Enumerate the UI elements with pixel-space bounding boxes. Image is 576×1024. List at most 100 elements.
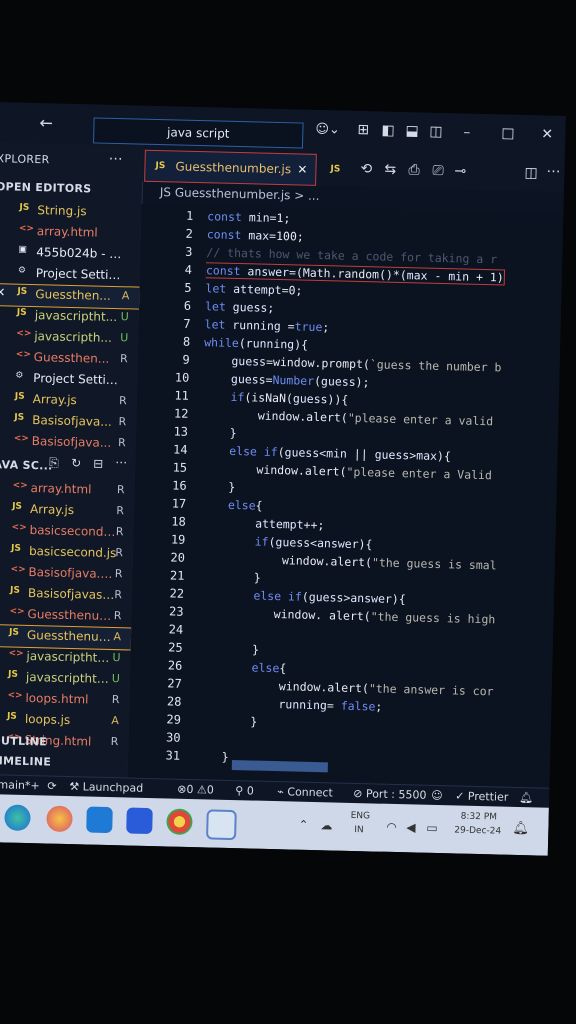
file-item[interactable]: <> loops.html R <box>0 688 130 713</box>
copilot-icon[interactable]: ☺⌄ <box>315 122 340 138</box>
code-line[interactable]: guess=window.prompt(`guess the number b <box>204 353 501 375</box>
code-line[interactable]: else{ <box>196 659 286 675</box>
toggle-sidebar-icon[interactable]: ◧ <box>381 122 395 138</box>
code-line[interactable]: else if(guess<min || guess>max){ <box>201 443 451 463</box>
code-line[interactable]: // thats how we take a code for taking a… <box>206 245 497 266</box>
code-editor[interactable]: 1 2 3 4 5 6 7 8 9 10 11 12 13 14 15 16 17 18 19 20 21 22 23 24 2… <box>127 203 566 788</box>
toggle-panel-icon[interactable]: ⬓ <box>405 123 419 139</box>
toggle-secondary-sidebar-icon[interactable]: ◫ <box>429 124 443 140</box>
outline-section[interactable]: › OUTLINE <box>0 734 47 748</box>
prettier-button[interactable]: ✓ Prettier <box>455 789 508 803</box>
layout-toggle-icon[interactable]: ⊞ <box>357 122 369 138</box>
back-arrow-icon[interactable]: ← <box>39 113 53 132</box>
second-tab-js-icon[interactable]: JS <box>330 164 340 174</box>
wifi-icon[interactable]: ◠ <box>386 820 397 834</box>
code-line[interactable]: let guess; <box>205 299 275 315</box>
preview-icon[interactable]: ⎚ <box>432 163 444 179</box>
code-line[interactable]: running= false; <box>195 695 382 714</box>
line-number: 17 <box>171 496 187 511</box>
code-line[interactable]: } <box>201 479 235 494</box>
more-actions-icon[interactable]: ⋯ <box>108 151 122 167</box>
timeline-section[interactable]: › TIMELINE <box>0 754 51 768</box>
maximize-button[interactable]: □ <box>501 125 515 141</box>
code-line[interactable]: if(guess<answer){ <box>199 533 373 552</box>
sync-icon[interactable]: ⟳ <box>47 780 57 793</box>
volume-icon[interactable]: ◀ <box>406 820 416 834</box>
command-center-search[interactable]: java script <box>93 117 304 149</box>
tab-close-icon[interactable]: ✕ <box>297 154 308 184</box>
line-number: 14 <box>172 442 188 457</box>
code-line[interactable]: } <box>195 713 257 728</box>
code-line[interactable]: if(isNaN(guess)){ <box>203 389 348 407</box>
file-status: R <box>115 546 124 560</box>
code-line[interactable]: window.alert("please enter a valid <box>202 407 494 429</box>
cloud-icon[interactable]: ☁ <box>320 818 332 832</box>
open-editors-title[interactable]: OPEN EDITORS <box>0 180 92 195</box>
store-icon[interactable] <box>126 807 153 835</box>
ports-indicator[interactable]: ⚲ 0 <box>235 784 254 797</box>
open-editor-status: R <box>118 415 127 429</box>
language-top[interactable]: ENG <box>351 811 371 821</box>
copilot-status-icon[interactable]: ☺ <box>431 789 443 802</box>
clock-date[interactable]: 29-Dec-24 <box>454 825 501 836</box>
compare-icon[interactable]: ⇆ <box>384 162 396 178</box>
tab-guessthenumber[interactable]: JS Guessthenumber.js ✕ <box>144 149 317 186</box>
open-changes-icon[interactable]: ⎙ <box>408 162 420 178</box>
code-line[interactable]: while(running){ <box>204 335 308 352</box>
code-line[interactable]: let attempt=0; <box>205 281 302 297</box>
notification-bell-icon[interactable]: 🔔︎ <box>512 821 529 836</box>
minimize-button[interactable]: – <box>463 124 470 140</box>
code-line[interactable]: window.alert("the answer is cor <box>196 677 494 698</box>
branch-indicator[interactable]: ⎇ main*+ <box>0 778 40 792</box>
close-window-button[interactable]: ✕ <box>541 126 553 142</box>
code-line[interactable]: attempt++; <box>200 515 325 533</box>
code-line[interactable]: let running =true; <box>204 317 329 334</box>
code-line[interactable]: window.alert("the guess is smal <box>199 551 497 572</box>
vscode-icon[interactable] <box>86 806 113 834</box>
split-editor-icon[interactable]: ◫ <box>524 165 538 181</box>
copilot-app-icon[interactable] <box>46 805 73 833</box>
timeline-icon[interactable]: ⟲ <box>360 161 372 177</box>
notifications-icon[interactable]: 🔔︎ <box>519 791 533 804</box>
code-line[interactable]: const min=1; <box>207 209 290 225</box>
edge-browser-icon[interactable] <box>4 804 31 832</box>
collapse-folders-icon[interactable]: ⊟ <box>93 457 103 471</box>
editor-more-icon[interactable]: ⋯ <box>546 164 560 180</box>
js-file-icon: JS <box>9 585 21 596</box>
line-number: 6 <box>183 298 192 313</box>
line-number: 20 <box>170 550 186 565</box>
new-file-icon[interactable]: ⎘ <box>49 455 59 470</box>
chatgpt-icon[interactable] <box>206 809 237 841</box>
monitor-screen: ← java script ☺⌄ ⊞ ◧ ⬓ ◫ – □ ✕ XPLORER ⋯… <box>0 102 566 856</box>
tray-chevron-icon[interactable]: ⌃ <box>298 818 308 832</box>
open-editor-item[interactable]: <> Basisofjava... R <box>0 431 136 456</box>
code-line[interactable]: } <box>197 641 259 656</box>
settings-icon: ⚙ <box>15 370 24 381</box>
code-line[interactable]: window.alert("please enter a Valid <box>201 461 492 483</box>
folder-title[interactable]: JAVA SC... <box>0 458 53 473</box>
launchpad-button[interactable]: ⚒ Launchpad <box>69 780 143 795</box>
code-line[interactable]: } <box>198 569 261 584</box>
code-line[interactable]: const max=100; <box>207 227 304 243</box>
chrome-icon[interactable] <box>166 808 193 836</box>
code-line[interactable]: else if(guess>answer){ <box>198 587 406 606</box>
refresh-icon[interactable]: ↻ <box>71 456 81 470</box>
code-line[interactable]: } <box>194 749 229 764</box>
code-line[interactable]: const answer=(Math.random()*(max - min +… <box>204 261 505 287</box>
code-line[interactable]: else{ <box>200 497 263 513</box>
code-lines[interactable]: const min=1; const max=100; // thats how w… <box>194 205 566 788</box>
connect-button[interactable]: ⌁ Connect <box>277 785 333 799</box>
go-live-port[interactable]: ⊘ Port : 5500 <box>353 787 427 802</box>
open-editor-label: String.js <box>37 203 87 219</box>
go-live-icon[interactable]: ⊸ <box>454 163 466 179</box>
file-item[interactable]: JS javascripthtml.js U <box>0 667 130 692</box>
close-editor-icon[interactable]: ✕ <box>0 285 6 299</box>
code-line[interactable]: window. alert("the guess is high <box>197 605 496 626</box>
battery-icon[interactable]: ▭ <box>426 821 438 835</box>
file-item[interactable]: JS loops.js A <box>0 709 129 734</box>
problems-indicator[interactable]: ⊗0 ⚠0 <box>177 783 214 797</box>
clock-time[interactable]: 8:32 PM <box>461 812 497 823</box>
code-line[interactable]: } <box>202 425 237 440</box>
code-line[interactable]: guess=Number(guess); <box>203 371 370 389</box>
folder-more-icon[interactable]: ⋯ <box>115 455 127 469</box>
